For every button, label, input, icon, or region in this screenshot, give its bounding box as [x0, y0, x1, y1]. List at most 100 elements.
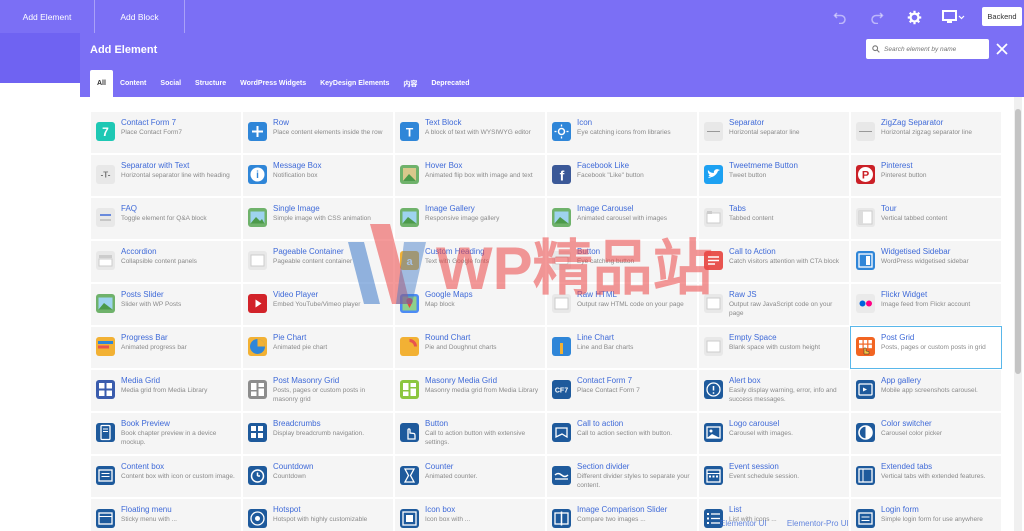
element-card[interactable]: Media Grid Media grid from Media Library [90, 369, 242, 412]
element-card[interactable]: Content box Content box with icon or cust… [90, 455, 242, 498]
element-card[interactable]: Row Place content elements inside the row [242, 111, 394, 154]
element-card[interactable]: Separator Horizontal separator line [698, 111, 850, 154]
element-card[interactable]: Flickr Widget Image feed from Flickr acco… [850, 283, 1002, 326]
element-card[interactable]: Alert box Easily display warning, error, … [698, 369, 850, 412]
element-card[interactable]: Section divider Different divider styles … [546, 455, 698, 498]
element-card[interactable]: Counter Animated counter. [394, 455, 546, 498]
element-name: Video Player [273, 290, 319, 299]
element-card[interactable]: Tour Vertical tabbed content [850, 197, 1002, 240]
element-card[interactable]: Icon box Icon box with ... [394, 498, 546, 531]
widgetised-sidebar-icon [856, 251, 875, 270]
element-description: WordPress widgetised sidebar [881, 258, 969, 265]
search-box[interactable] [866, 39, 989, 59]
element-name: Button [425, 419, 449, 428]
element-card[interactable]: i Message Box Notification box [242, 154, 394, 197]
element-card[interactable]: Masonry Media Grid Masonry media grid fro… [394, 369, 546, 412]
element-name: Contact Form 7 [577, 376, 633, 385]
tab-social[interactable]: Social [153, 70, 188, 97]
element-description: Place content elements inside the row [273, 129, 383, 136]
element-card[interactable]: Round Chart Pie and Doughnut charts [394, 326, 546, 369]
element-name: Google Maps [425, 290, 473, 299]
element-card[interactable]: Tweetmeme Button Tweet button [698, 154, 850, 197]
element-card[interactable]: Logo carousel Carousel with images. [698, 412, 850, 455]
element-card[interactable]: T Text Block A block of text with WYSIWYG … [394, 111, 546, 154]
element-description: Call to action section with button. [577, 430, 673, 437]
element-card[interactable]: Hotspot Hotspot with highly customizable [242, 498, 394, 531]
element-card[interactable]: Extended tabs Vertical tabs with extended… [850, 455, 1002, 498]
element-card[interactable]: -T- Separator with Text Horizontal separat… [90, 154, 242, 197]
monitor-icon[interactable] [942, 9, 966, 25]
undo-icon[interactable] [832, 9, 848, 25]
element-card[interactable]: Image Comparison Slider Compare two image… [546, 498, 698, 531]
element-card[interactable]: 7 Contact Form 7 Place Contact Form7 [90, 111, 242, 154]
redo-icon[interactable] [869, 9, 885, 25]
scrollbar[interactable] [1014, 97, 1022, 531]
add-element-button[interactable]: Add Element [0, 0, 95, 33]
tab-neirong[interactable]: 内容 [396, 70, 424, 97]
element-description: Text with Google fonts [425, 258, 489, 265]
element-card[interactable]: a Custom Heading Text with Google fonts [394, 240, 546, 283]
element-card[interactable]: Accordion Collapsible content panels [90, 240, 242, 283]
backend-button[interactable]: Backend [982, 7, 1022, 26]
tab-keydesign-elements[interactable]: KeyDesign Elements [313, 70, 396, 97]
element-card[interactable]: Call to Action Catch visitors attention w… [698, 240, 850, 283]
element-card[interactable]: Image Carousel Animated carousel with ima… [546, 197, 698, 240]
element-name: Icon [577, 118, 593, 127]
element-card[interactable]: Image Gallery Responsive image gallery [394, 197, 546, 240]
tab-deprecated[interactable]: Deprecated [424, 70, 476, 97]
element-card[interactable]: Pie Chart Animated pie chart [242, 326, 394, 369]
element-name: Progress Bar [121, 333, 168, 342]
element-card[interactable]: Line Chart Line and Bar charts [546, 326, 698, 369]
element-card[interactable]: Empty Space Blank space with custom heigh… [698, 326, 850, 369]
element-card[interactable]: Button Call to action button with extensi… [394, 412, 546, 455]
element-card[interactable]: ZigZag Separator Horizontal zigzag separa… [850, 111, 1002, 154]
element-card[interactable]: App gallery Mobile app screenshots carous… [850, 369, 1002, 412]
element-card[interactable]: Raw HTML Output raw HTML code on your pag… [546, 283, 698, 326]
element-card[interactable]: Widgetised Sidebar WordPress widgetised s… [850, 240, 1002, 283]
element-description: Toggle element for Q&A block [121, 215, 207, 222]
element-card[interactable]: Call to action Call to action section wit… [546, 412, 698, 455]
add-block-button[interactable]: Add Block [95, 0, 185, 33]
search-input[interactable] [884, 45, 984, 53]
element-description: Carousel color picker [881, 430, 943, 437]
alert-box-icon [704, 380, 723, 399]
element-card[interactable]: Book Preview Book chapter preview in a de… [90, 412, 242, 455]
close-icon[interactable] [994, 41, 1010, 57]
gear-icon[interactable] [906, 9, 922, 25]
element-card[interactable]: Floating menu Sticky menu with ... [90, 498, 242, 531]
element-card[interactable]: Pageable Container Pageable content conta… [242, 240, 394, 283]
element-card[interactable]: Single Image Simple image with CSS animat… [242, 197, 394, 240]
element-card[interactable]: Video Player Embed YouTube/Vimeo player [242, 283, 394, 326]
element-card[interactable]: CF7 Contact Form 7 Place Contact Form 7 [546, 369, 698, 412]
element-card[interactable]: Progress Bar Animated progress bar [90, 326, 242, 369]
tab-structure[interactable]: Structure [188, 70, 233, 97]
element-card[interactable]: Icon Eye catching icons from libraries [546, 111, 698, 154]
element-name: Countdown [273, 462, 314, 471]
element-card[interactable]: Post Grid Posts, pages or custom posts in… [850, 326, 1002, 369]
pinterest-icon: P [856, 165, 875, 184]
element-card[interactable]: Tabs Tabbed content [698, 197, 850, 240]
element-card[interactable]: Color switcher Carousel color picker [850, 412, 1002, 455]
scrollbar-thumb[interactable] [1015, 109, 1021, 374]
element-card[interactable]: Raw JS Output raw JavaScript code on your… [698, 283, 850, 326]
element-card[interactable]: Posts Slider Slider with WP Posts [90, 283, 242, 326]
element-card[interactable]: Google Maps Map block [394, 283, 546, 326]
element-card[interactable]: Event session Event schedule session. [698, 455, 850, 498]
element-description: Map block [425, 301, 455, 308]
section-divider-icon [552, 466, 571, 485]
tab-all[interactable]: All [90, 70, 113, 97]
element-card[interactable]: Button Eye catching button [546, 240, 698, 283]
element-card[interactable]: Breadcrumbs Display breadcrumb navigation… [242, 412, 394, 455]
tab-wordpress-widgets[interactable]: WordPress Widgets [233, 70, 313, 97]
element-description: Embed YouTube/Vimeo player [273, 301, 361, 308]
element-card[interactable]: Countdown Countdown [242, 455, 394, 498]
element-card[interactable]: P Pinterest Pinterest button [850, 154, 1002, 197]
element-card[interactable]: Hover Box Animated flip box with image an… [394, 154, 546, 197]
element-card[interactable]: f Facebook Like Facebook "Like" button [546, 154, 698, 197]
element-description: Animated counter. [425, 473, 478, 480]
tab-content[interactable]: Content [113, 70, 153, 97]
element-card[interactable]: Post Masonry Grid Posts, pages or custom … [242, 369, 394, 412]
element-card[interactable]: Login form Simple login form for use anyw… [850, 498, 1002, 531]
element-card[interactable]: FAQ Toggle element for Q&A block [90, 197, 242, 240]
element-name: Button [577, 247, 601, 256]
